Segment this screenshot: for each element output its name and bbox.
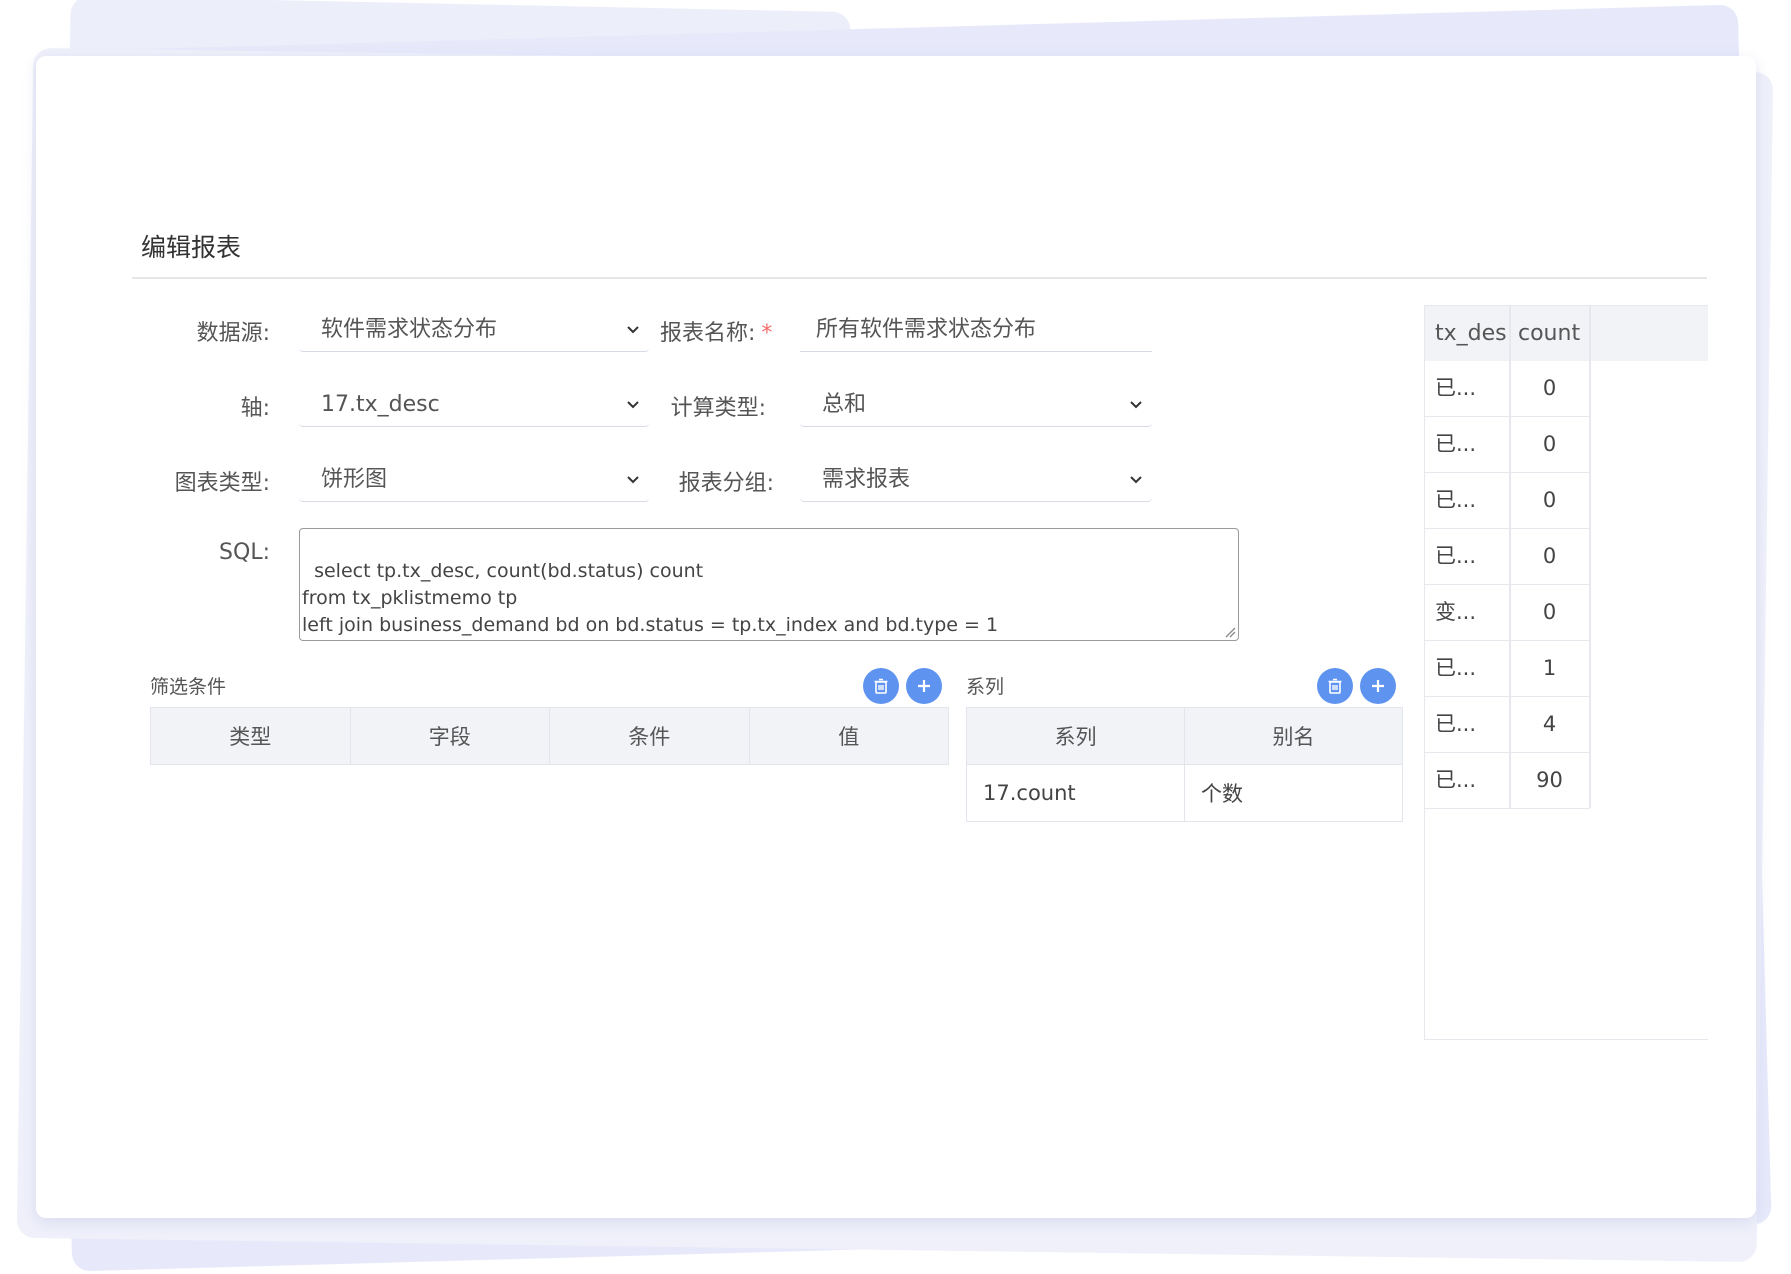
result-col-tx-desc: tx_desc — [1435, 321, 1507, 346]
series-title: 系列 — [966, 676, 1005, 698]
table-row: 已... 0 — [1425, 472, 1591, 529]
column-divider — [1589, 696, 1591, 752]
filters-table: 类型 字段 条件 值 — [150, 707, 949, 765]
add-series-button[interactable] — [1360, 668, 1396, 704]
title-divider — [132, 277, 1707, 279]
datasource-value: 软件需求状态分布 — [321, 317, 498, 342]
trash-icon — [1328, 678, 1342, 694]
tx-desc-cell: 已... — [1435, 544, 1477, 568]
count-cell: 0 — [1542, 376, 1557, 400]
plus-icon — [918, 680, 930, 692]
result-col-count: count — [1518, 321, 1581, 346]
report-name-value: 所有软件需求状态分布 — [816, 317, 1037, 342]
delete-filter-button[interactable] — [863, 668, 899, 704]
datasource-label: 数据源: — [196, 321, 270, 346]
table-row[interactable]: 17.count 个数 — [966, 764, 1403, 822]
column-divider — [1589, 584, 1591, 640]
calc-type-label: 计算类型: — [670, 396, 766, 421]
column-divider — [1589, 360, 1591, 416]
column-divider — [1589, 472, 1591, 528]
count-cell: 0 — [1542, 488, 1557, 512]
required-mark: * — [761, 321, 773, 346]
filters-col-value: 值 — [748, 707, 949, 765]
chart-type-value: 饼形图 — [321, 467, 388, 492]
report-group-value: 需求报表 — [822, 467, 911, 492]
page-title: 编辑报表 — [141, 233, 242, 262]
trash-icon — [874, 678, 888, 694]
resize-handle-icon[interactable] — [1224, 626, 1236, 638]
chart-type-label: 图表类型: — [174, 471, 270, 496]
series-cell: 17.count — [966, 764, 1185, 822]
report-name-label: 报表名称: — [660, 321, 756, 346]
filters-title: 筛选条件 — [150, 676, 227, 698]
filters-col-type: 类型 — [150, 707, 351, 765]
count-cell: 90 — [1536, 768, 1563, 792]
delete-series-button[interactable] — [1317, 668, 1353, 704]
column-divider — [1589, 640, 1591, 696]
table-row: 已... 0 — [1425, 360, 1591, 417]
sql-text: select tp.tx_desc, count(bd.status) coun… — [302, 560, 999, 636]
series-col-series: 系列 — [966, 707, 1185, 765]
axis-select[interactable]: 17.tx_desc — [299, 383, 649, 427]
chevron-down-icon — [627, 326, 639, 334]
count-cell: 0 — [1542, 544, 1557, 568]
calc-type-value: 总和 — [822, 392, 867, 417]
table-row: 已... 90 — [1425, 752, 1591, 809]
series-col-alias: 别名 — [1184, 707, 1403, 765]
axis-value: 17.tx_desc — [321, 392, 440, 417]
chevron-down-icon — [1130, 401, 1142, 409]
tx-desc-cell: 变... — [1435, 600, 1477, 624]
series-table: 系列 别名 17.count 个数 — [966, 707, 1403, 822]
tx-desc-cell: 已... — [1435, 768, 1477, 792]
chart-type-select[interactable]: 饼形图 — [299, 458, 649, 502]
column-divider — [1509, 306, 1511, 361]
column-divider — [1589, 752, 1591, 808]
table-row: 变... 0 — [1425, 584, 1591, 641]
result-header: tx_desc count — [1425, 305, 1708, 361]
column-divider — [1589, 528, 1591, 584]
add-filter-button[interactable] — [906, 668, 942, 704]
tx-desc-cell: 已... — [1435, 488, 1477, 512]
tx-desc-cell: 已... — [1435, 376, 1477, 400]
report-group-label: 报表分组: — [678, 471, 774, 496]
filters-col-field: 字段 — [349, 707, 550, 765]
table-row: 已... 1 — [1425, 640, 1591, 697]
calc-type-select[interactable]: 总和 — [800, 383, 1152, 427]
count-cell: 1 — [1542, 656, 1557, 680]
sql-textarea[interactable]: select tp.tx_desc, count(bd.status) coun… — [299, 528, 1239, 641]
tx-desc-cell: 已... — [1435, 712, 1477, 736]
column-divider — [1589, 306, 1591, 361]
tx-desc-cell: 已... — [1435, 432, 1477, 456]
count-cell: 0 — [1542, 432, 1557, 456]
tx-desc-cell: 已... — [1435, 656, 1477, 680]
plus-icon — [1372, 680, 1384, 692]
count-cell: 4 — [1542, 712, 1557, 736]
axis-label: 轴: — [240, 396, 270, 421]
report-name-input[interactable]: 所有软件需求状态分布 — [800, 308, 1152, 352]
datasource-select[interactable]: 软件需求状态分布 — [299, 308, 649, 352]
count-cell: 0 — [1542, 600, 1557, 624]
report-group-select[interactable]: 需求报表 — [800, 458, 1152, 502]
result-preview-table: tx_desc count 已... 0 已... 0 已... 0 已... … — [1424, 305, 1708, 1040]
table-row: 已... 4 — [1425, 696, 1591, 753]
alias-cell: 个数 — [1184, 764, 1403, 822]
table-row: 已... 0 — [1425, 416, 1591, 473]
table-row: 已... 0 — [1425, 528, 1591, 585]
chevron-down-icon — [627, 476, 639, 484]
report-name-label-wrap: 报表名称: * — [660, 315, 772, 347]
column-divider — [1589, 416, 1591, 472]
sql-label: SQL: — [219, 540, 270, 565]
filters-col-condition: 条件 — [549, 707, 750, 765]
chevron-down-icon — [1130, 476, 1142, 484]
